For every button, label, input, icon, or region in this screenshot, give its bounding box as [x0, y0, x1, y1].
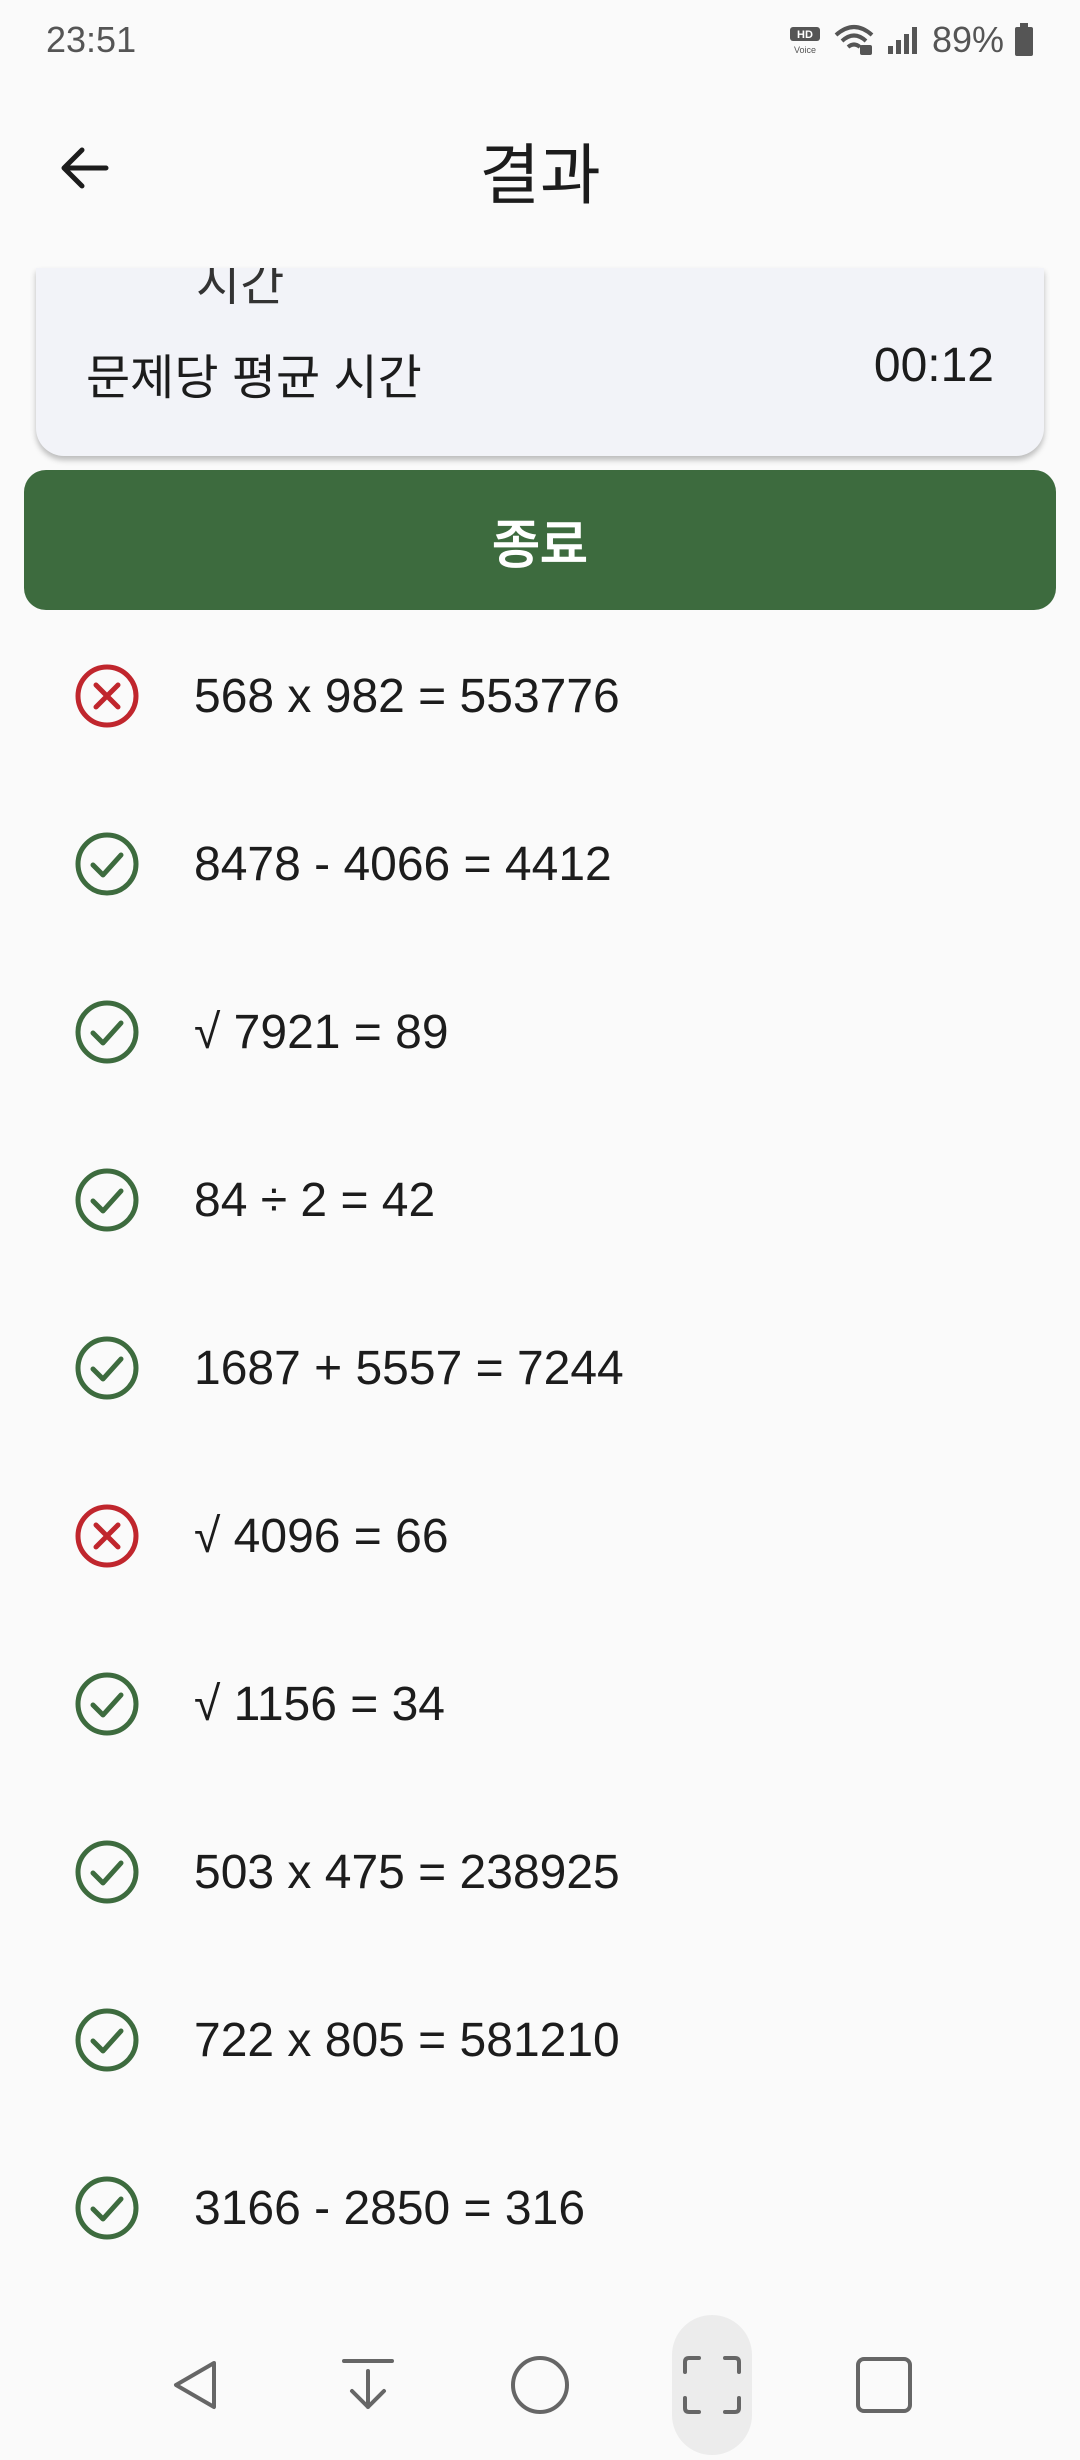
result-expression: 8478 - 4066 = 4412: [194, 837, 612, 891]
signal-icon: [887, 27, 917, 54]
check-circle-icon: [74, 831, 140, 897]
home-circle-icon: [511, 2356, 569, 2414]
wifi-icon: [834, 25, 874, 55]
result-expression: 84 ÷ 2 = 42: [194, 1173, 436, 1227]
avg-time-row: 문제당 평균 시간 00:12: [86, 338, 994, 408]
battery-percent: 89%: [931, 19, 1004, 60]
nav-back-button[interactable]: [156, 2315, 236, 2455]
x-circle-icon: [74, 663, 140, 729]
status-time: 23:51: [46, 19, 137, 60]
result-expression: √ 4096 = 66: [194, 1509, 449, 1563]
result-item: √ 7921 = 89: [0, 948, 1080, 1116]
summary-partial-row: 시간: [196, 268, 285, 311]
result-list: 568 x 982 = 553776 8478 - 4066 = 4412 √ 79…: [0, 612, 1080, 2292]
result-item: 568 x 982 = 553776: [0, 612, 1080, 780]
avg-time-value: 00:12: [873, 339, 994, 392]
check-circle-icon: [74, 2175, 140, 2241]
svg-text:Voice: Voice: [794, 45, 816, 55]
status-bar: 23:51 HD Voice 89%: [0, 0, 1080, 80]
result-item: 8478 - 4066 = 4412: [0, 780, 1080, 948]
result-item: √ 4096 = 66: [0, 1452, 1080, 1620]
status-icons: HD Voice 89%: [788, 19, 1034, 61]
nav-screenshot-button[interactable]: [672, 2315, 752, 2455]
result-item: 503 x 475 = 238925: [0, 1788, 1080, 1956]
result-item: 84 ÷ 2 = 42: [0, 1116, 1080, 1284]
result-item: 3166 - 2850 = 316: [0, 2124, 1080, 2292]
x-circle-icon: [74, 1503, 140, 1569]
result-expression: 722 x 805 = 581210: [194, 2013, 620, 2067]
check-circle-icon: [74, 1167, 140, 1233]
result-item: 722 x 805 = 581210: [0, 1956, 1080, 2124]
result-expression: √ 1156 = 34: [194, 1677, 445, 1731]
summary-card: 시간 문제당 평균 시간 00:12: [36, 268, 1044, 456]
svg-text:HD: HD: [797, 29, 813, 41]
check-circle-icon: [74, 1671, 140, 1737]
end-button[interactable]: 종료: [24, 470, 1056, 610]
check-circle-icon: [74, 1335, 140, 1401]
avg-time-label: 문제당 평균 시간: [86, 352, 422, 405]
result-expression: 503 x 475 = 238925: [194, 1845, 620, 1899]
screenshot-icon: [683, 2356, 741, 2414]
system-nav-bar: [0, 2310, 1080, 2460]
top-app-bar: 결과: [0, 80, 1080, 268]
hd-voice-icon: HD Voice: [789, 27, 820, 55]
result-expression: 1687 + 5557 = 7244: [194, 1341, 624, 1395]
result-expression: √ 7921 = 89: [194, 1005, 449, 1059]
download-icon: [342, 2359, 394, 2409]
check-circle-icon: [74, 1839, 140, 1905]
check-circle-icon: [74, 999, 140, 1065]
result-expression: 568 x 982 = 553776: [194, 669, 620, 723]
result-item: √ 1156 = 34: [0, 1620, 1080, 1788]
nav-home-button[interactable]: [500, 2315, 580, 2455]
battery-icon: [1015, 23, 1033, 56]
check-circle-icon: [74, 2007, 140, 2073]
nav-recents-button[interactable]: [844, 2315, 924, 2455]
page-title: 결과: [479, 138, 601, 212]
result-expression: 3166 - 2850 = 316: [194, 2181, 586, 2235]
back-triangle-icon: [174, 2361, 216, 2409]
recents-square-icon: [856, 2357, 912, 2413]
result-item: 1687 + 5557 = 7244: [0, 1284, 1080, 1452]
nav-download-button[interactable]: [328, 2315, 408, 2455]
